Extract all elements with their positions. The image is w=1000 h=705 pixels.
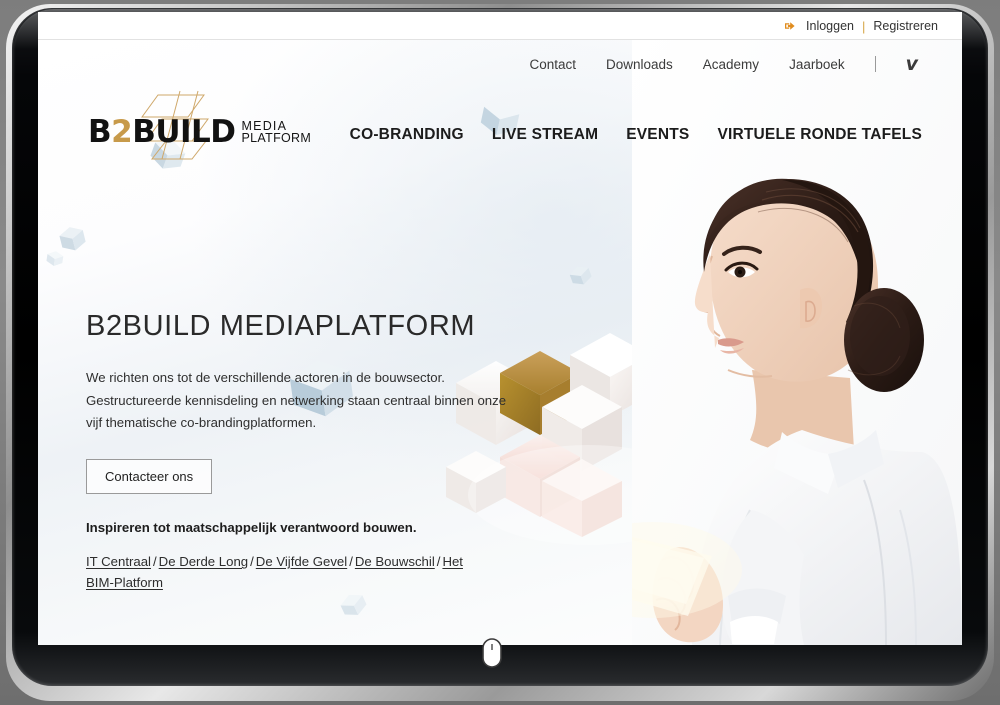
logo-subtitle-line2: PLATFORM: [241, 131, 312, 145]
top-nav-downloads[interactable]: Downloads: [606, 57, 673, 72]
main-nav-events[interactable]: EVENTS: [626, 126, 689, 144]
platform-separator-1: /: [153, 554, 157, 570]
logo-accent-two: 2: [111, 114, 133, 150]
top-navigation: Contact Downloads Academy Jaarboek v: [62, 40, 938, 88]
main-nav-co-branding[interactable]: CO-BRANDING: [350, 126, 464, 144]
logo-subtitle: MEDIA PLATFORM: [241, 119, 312, 146]
platform-separator-3: /: [349, 554, 353, 570]
platform-link-de-bouwschil[interactable]: De Bouwschil: [355, 554, 435, 569]
site-header: Contact Downloads Academy Jaarboek v B2B…: [38, 40, 962, 160]
vimeo-icon[interactable]: v: [906, 54, 918, 74]
main-nav-virtuele-ronde-tafels[interactable]: VIRTUELE RONDE TAFELS: [717, 126, 922, 144]
utility-separator: |: [861, 18, 866, 34]
main-nav-live-stream[interactable]: LIVE STREAM: [492, 126, 598, 144]
main-navigation: CO-BRANDING LIVE STREAM EVENTS VIRTUELE …: [350, 126, 922, 148]
site-logo[interactable]: B2BUILD MEDIA PLATFORM: [88, 90, 312, 160]
contact-button[interactable]: Contacteer ons: [86, 459, 213, 495]
utility-bar-links: Inloggen | Registreren: [784, 12, 938, 40]
tablet-device-frame: Inloggen | Registreren Contact Downloads…: [0, 0, 1000, 705]
logo-wordmark: B2BUILD: [88, 114, 236, 150]
utility-bar: Inloggen | Registreren: [38, 12, 962, 40]
mouse-pointer-cursor: [481, 637, 503, 669]
page-title: B2BUILD MEDIAPLATFORM: [86, 310, 476, 342]
platform-link-it-centraal[interactable]: IT Centraal: [86, 554, 151, 569]
top-nav-academy[interactable]: Academy: [703, 57, 759, 72]
platform-link-de-vijfde-gevel[interactable]: De Vijfde Gevel: [256, 554, 347, 569]
hero-paragraph: We richten ons tot de verschillende acto…: [86, 370, 507, 431]
top-nav-jaarboek[interactable]: Jaarboek: [789, 57, 845, 72]
signin-arrow-icon: [784, 20, 796, 32]
hero-copy: B2BUILD MEDIAPLATFORM We richten ons tot…: [86, 310, 516, 594]
platform-separator-2: /: [250, 554, 254, 570]
platform-links: IT Centraal / De Derde Long / De Vijfde Geve…: [86, 551, 466, 594]
top-nav-contact[interactable]: Contact: [529, 57, 576, 72]
hero-section: Contact Downloads Academy Jaarboek v B2B…: [38, 40, 962, 645]
login-link[interactable]: Inloggen: [806, 19, 854, 33]
top-nav-divider: [874, 56, 876, 72]
hero-tagline: Inspireren tot maatschappelijk verantwoo…: [86, 520, 417, 536]
header-row: B2BUILD MEDIA PLATFORM CO-BRANDING LIVE …: [62, 88, 938, 160]
tablet-screen: Inloggen | Registreren Contact Downloads…: [38, 12, 962, 645]
register-link[interactable]: Registreren: [873, 19, 938, 33]
platform-link-de-derde-long[interactable]: De Derde Long: [159, 554, 248, 569]
